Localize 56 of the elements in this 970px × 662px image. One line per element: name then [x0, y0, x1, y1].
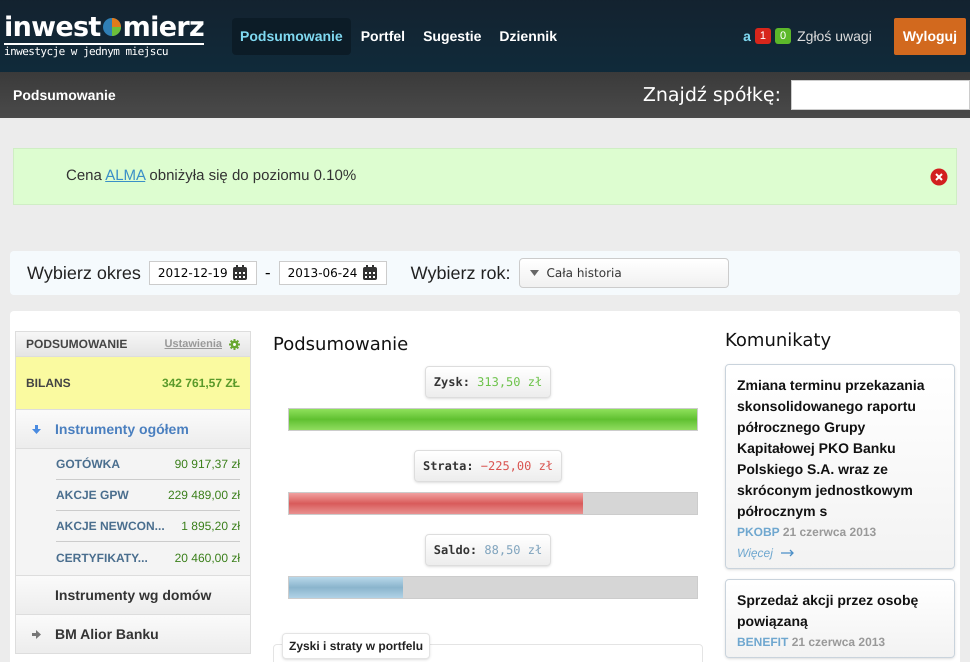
alert-text: Cena ALMA obniżyła się do poziomu 0.10% [66, 166, 356, 186]
panel-title: Zyski i straty w portfelu [282, 633, 430, 659]
calendar-icon[interactable] [232, 265, 248, 281]
sidebar-title: PODSUMOWANIE [26, 336, 128, 353]
nav-tab[interactable]: Dziennik [491, 18, 565, 54]
sidebar-group[interactable]: Instrumenty wg domów [16, 575, 250, 614]
sidebar-group[interactable]: Instrumenty ogółem [16, 409, 250, 448]
pie-chart-icon [102, 17, 122, 38]
instrument-name[interactable]: CERTYFIKATY... [56, 548, 148, 566]
instrument-value: 229 489,00 zł [168, 487, 240, 504]
calendar-icon[interactable] [362, 265, 378, 281]
logout-button[interactable]: Wyloguj [894, 18, 966, 54]
gear-icon[interactable] [229, 338, 240, 350]
nav-tab[interactable]: Sugestie [415, 18, 490, 54]
logo-text: inwest [4, 14, 101, 41]
feedback-link[interactable]: Zgłoś uwagi [797, 26, 872, 46]
down-arrow-icon [32, 424, 41, 434]
year-dropdown[interactable]: Cała historia [518, 258, 729, 288]
year-label: Wybierz rok: [410, 262, 511, 285]
instrument-value: 20 460,00 zł [174, 550, 240, 566]
caret-icon [530, 270, 539, 276]
news-date: 21 czerwca 2013 [792, 635, 886, 649]
value-label: Saldo: 88,50 zł [424, 534, 552, 566]
instrument-name[interactable]: AKCJE GPW [56, 486, 129, 504]
search-field[interactable] [791, 80, 970, 110]
logo-text: mierz [122, 14, 204, 41]
news-headline: Zmiana terminu przekazania skonsolidowanego raportu półrocznego Grupy Kapitałowej PKO Banku Polskiego S.A. wraz ze skróconym jednostkowym półrocznym s [737, 376, 926, 521]
arrow-icon [780, 549, 795, 557]
news-card[interactable]: Sprzedaż akcji przez osobę powiązaną BENEFIT 21 czerwca 2013 [725, 579, 955, 658]
value-label: Zysk: 313,50 zł [424, 366, 552, 398]
search-label: Znajdź spółkę: [642, 82, 781, 108]
news-headline: Sprzedaż akcji przez osobę powiązaną [737, 591, 920, 631]
page-title: Podsumowanie [13, 86, 116, 104]
instrument-value: 90 917,37 zł [174, 456, 240, 473]
balance-value: 342 761,57 ZŁ [162, 375, 240, 392]
instrument-name[interactable]: GOTÓWKA [56, 455, 120, 473]
right-arrow-icon [32, 630, 41, 638]
sidebar-group[interactable]: BM Alior Banku [16, 614, 250, 653]
instrument-name[interactable]: AKCJE NEWCON... [56, 517, 165, 535]
date-separator: - [264, 262, 271, 284]
period-label: Wybierz okres [27, 262, 141, 285]
user-name[interactable]: a [743, 26, 751, 46]
section-title: Podsumowanie [273, 333, 410, 357]
close-icon[interactable] [930, 168, 948, 186]
count-badge: 0 [774, 28, 792, 44]
date-field[interactable]: 2012-12-19 [148, 261, 257, 285]
value-label: Strata: −225,00 zł [414, 450, 562, 482]
section-title: Komunikaty [725, 329, 832, 353]
news-date: 21 czerwca 2013 [782, 525, 876, 539]
date-field[interactable]: 2013-06-24 [278, 261, 387, 285]
nav-tab[interactable]: Portfel [352, 18, 414, 54]
instrument-value: 1 895,20 zł [181, 518, 240, 535]
balance-label: BILANS [26, 375, 71, 392]
count-badge: 1 [754, 28, 771, 44]
nav-tab[interactable]: Podsumowanie [232, 18, 351, 54]
logo-tagline: inwestycje w jednym miejscu [4, 42, 204, 58]
